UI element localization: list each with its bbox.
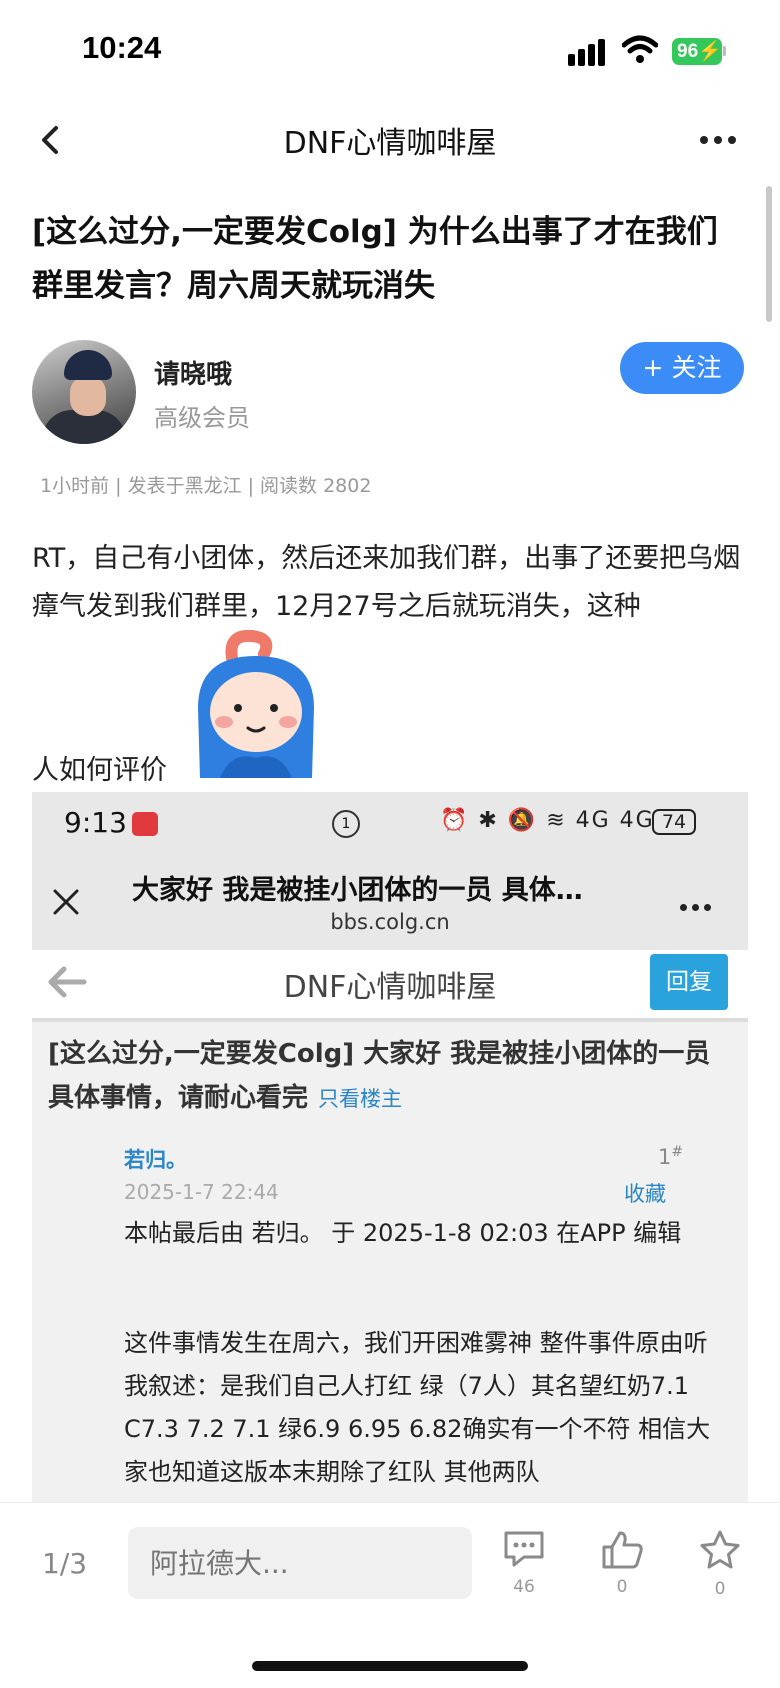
embedded-status-icons: ⏰ ✱ 🔕 ≋ 4G 4G xyxy=(440,808,655,833)
avatar[interactable] xyxy=(32,340,136,444)
nav-bar: DNF心情咖啡屋 xyxy=(0,100,780,180)
only-op-link[interactable]: 只看楼主 xyxy=(318,1087,402,1111)
embedded-thread-title: [这么过分,一定要发Colg] 大家好 我是被挂小团体的一员 具体事情，请耐心看… xyxy=(48,1032,738,1121)
home-indicator[interactable] xyxy=(252,1661,528,1671)
embedded-post-content: 这件事情发生在周六，我们开困难雾神 整件事件原由听我叙述：是我们自己人打红 绿（… xyxy=(124,1329,711,1486)
author-row: 请晓哦 高级会员 + 关注 xyxy=(32,340,748,450)
embedded-browser-header: 大家好 我是被挂小团体的一员 具体… bbs.colg.cn xyxy=(32,858,748,950)
comment-input[interactable] xyxy=(128,1527,472,1599)
like-button[interactable]: 0 xyxy=(592,1529,652,1597)
post-title: [这么过分,一定要发Colg] 为什么出事了才在我们群里发言？周六周天就玩消失 xyxy=(32,214,718,304)
battery-indicator: 96⚡ xyxy=(672,38,722,65)
scrollbar[interactable] xyxy=(766,186,772,322)
embedded-status-bar: 9:13 1 ⏰ ✱ 🔕 ≋ 4G 4G 74 xyxy=(32,792,748,858)
follow-button[interactable]: + 关注 xyxy=(620,342,744,394)
favorite-button[interactable]: 0 xyxy=(690,1529,750,1599)
post-body: RT，自己有小团体，然后还来加我们群，出事了还要把乌烟瘴气发到我们群里，12月2… xyxy=(32,543,741,622)
embedded-post-date: 2025-1-7 22:44 xyxy=(124,1180,279,1204)
embedded-url: bbs.colg.cn xyxy=(330,910,450,934)
embedded-battery: 74 xyxy=(652,809,696,835)
status-time: 10:24 xyxy=(82,30,162,65)
comment-icon xyxy=(504,1531,544,1567)
floor-value: 1 xyxy=(658,1145,672,1169)
embedded-forum-bar: DNF心情咖啡屋 回复 xyxy=(32,950,748,1022)
bottom-bar: 1/3 46 0 0 xyxy=(0,1502,780,1688)
floor-mark: # xyxy=(671,1144,684,1160)
sync-icon: 1 xyxy=(332,810,360,838)
star-icon xyxy=(700,1530,740,1569)
status-bar: 10:24 96⚡ xyxy=(0,0,780,100)
signal-icon xyxy=(568,38,610,66)
embedded-forum-title: DNF心情咖啡屋 xyxy=(283,970,497,1005)
thumbs-up-icon xyxy=(602,1531,643,1569)
nav-title: DNF心情咖啡屋 xyxy=(283,126,497,161)
embedded-username[interactable]: 若归。 xyxy=(124,1144,187,1174)
app-badge-icon xyxy=(132,812,158,836)
wifi-icon xyxy=(622,35,658,63)
sticker-image xyxy=(198,629,314,778)
embedded-edit-note: 本帖最后由 若归。 于 2025-1-8 02:03 在APP 编辑 xyxy=(124,1219,682,1247)
embedded-time: 9:13 xyxy=(64,806,127,839)
post-meta: 1小时前 | 发表于黑龙江 | 阅读数 2802 xyxy=(40,475,372,497)
comment-count: 46 xyxy=(513,1577,535,1597)
embedded-screenshot: 9:13 1 ⏰ ✱ 🔕 ≋ 4G 4G 74 大家好 我是被挂小团体的一员 具… xyxy=(32,792,748,1502)
floor-number: 1# xyxy=(658,1144,683,1169)
embedded-reply-button[interactable]: 回复 xyxy=(650,954,728,1010)
author-level: 高级会员 xyxy=(154,404,250,432)
more-icon[interactable] xyxy=(700,136,736,146)
favorite-count: 0 xyxy=(714,1579,726,1599)
page-indicator[interactable]: 1/3 xyxy=(42,1547,87,1580)
embedded-favorite-link[interactable]: 收藏 xyxy=(624,1178,666,1208)
embedded-page-title: 大家好 我是被挂小团体的一员 具体… xyxy=(132,875,583,906)
post-body-end: 人如何评价 xyxy=(32,755,167,786)
like-count: 0 xyxy=(616,1577,628,1597)
comment-button[interactable]: 46 xyxy=(494,1529,554,1597)
embedded-more-icon[interactable] xyxy=(680,904,712,912)
battery-level: 96 xyxy=(677,41,699,62)
author-name[interactable]: 请晓哦 xyxy=(154,354,232,391)
battery-tip xyxy=(723,46,726,56)
